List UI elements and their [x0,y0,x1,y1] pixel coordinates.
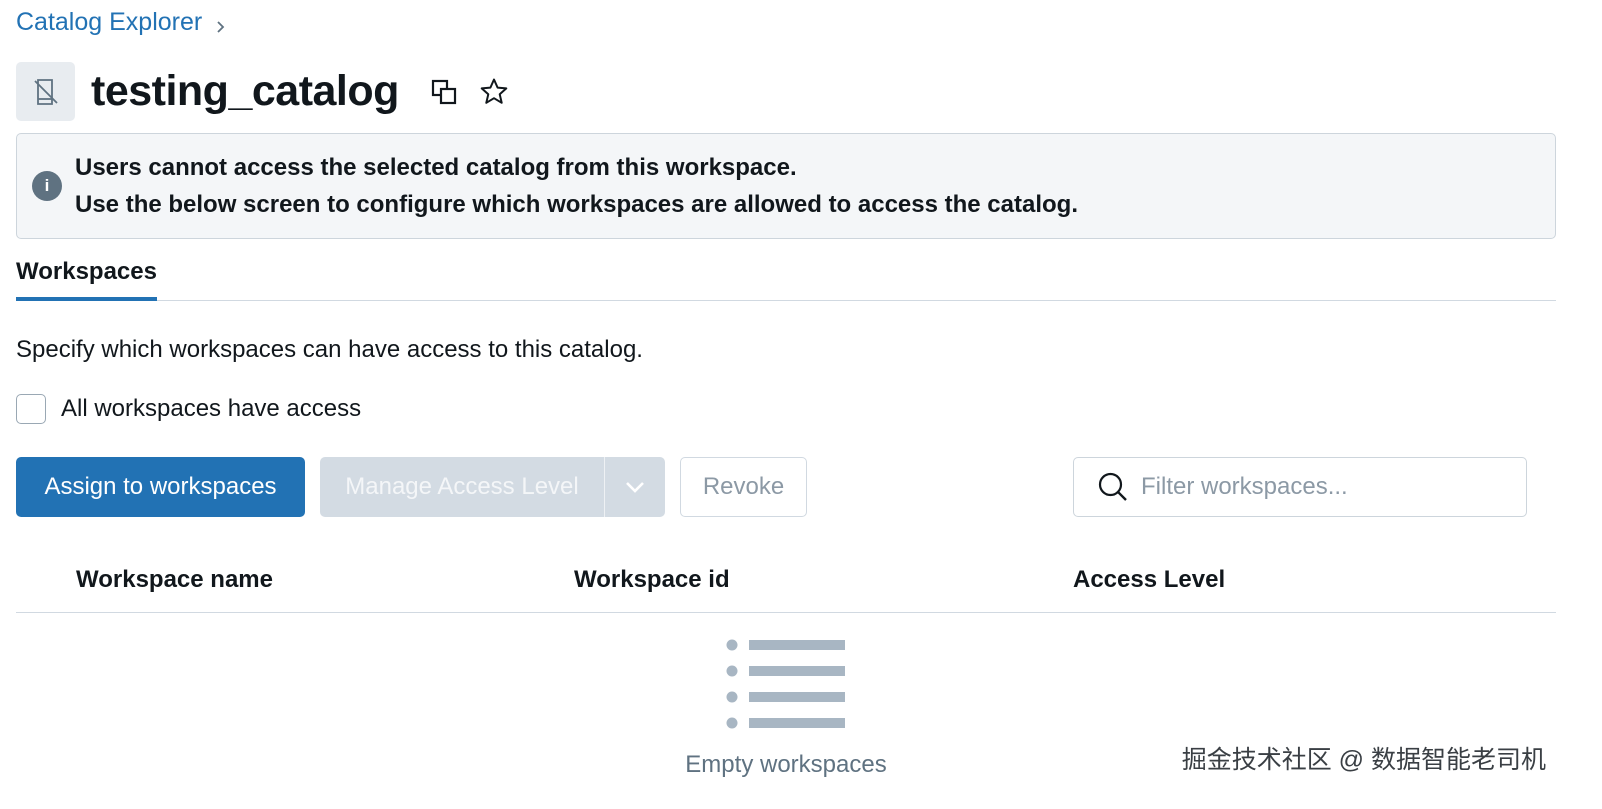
info-icon: i [32,171,62,201]
manage-access-level-dropdown-toggle[interactable] [605,480,665,494]
page: Catalog Explorer testing_catalog i Users… [0,0,1602,809]
column-header-access-level[interactable]: Access Level [1073,566,1225,594]
all-workspaces-access-row: All workspaces have access [16,394,361,424]
filter-workspaces-input[interactable] [1141,473,1511,501]
tab-bar: Workspaces [16,256,1556,301]
manage-access-level-split-button[interactable]: Manage Access Level [320,457,665,517]
revoke-button[interactable]: Revoke [680,457,807,517]
all-workspaces-access-label[interactable]: All workspaces have access [61,395,361,423]
tab-workspaces[interactable]: Workspaces [16,256,157,301]
catalog-glyph-icon [33,78,58,105]
column-header-workspace-name[interactable]: Workspace name [76,566,273,594]
star-icon[interactable] [479,77,509,107]
filter-workspaces-search [1073,457,1527,517]
watermark: 掘金技术社区 @ 数据智能老司机 [1181,746,1546,774]
title-row: testing_catalog [16,62,509,121]
assign-to-workspaces-button[interactable]: Assign to workspaces [16,457,305,517]
breadcrumb-catalog-explorer-link[interactable]: Catalog Explorer [16,8,202,37]
workspaces-table-header: Workspace name Workspace id Access Level [16,548,1556,613]
copy-icon[interactable] [429,77,459,107]
info-alert: i Users cannot access the selected catal… [16,133,1556,239]
chevron-down-icon [626,482,644,493]
alert-message-line-2: Use the below screen to configure which … [75,191,1078,218]
chevron-right-icon [217,20,225,33]
all-workspaces-access-checkbox[interactable] [16,394,46,424]
manage-access-level-button[interactable]: Manage Access Level [320,473,604,501]
workspaces-description: Specify which workspaces can have access… [16,336,643,363]
column-header-workspace-id[interactable]: Workspace id [574,566,730,594]
empty-list-icon [726,639,845,729]
alert-message-line-1: Users cannot access the selected catalog… [75,154,797,181]
search-icon [1098,472,1127,501]
catalog-icon [16,62,75,121]
page-title: testing_catalog [91,67,399,115]
breadcrumb: Catalog Explorer [16,8,226,37]
